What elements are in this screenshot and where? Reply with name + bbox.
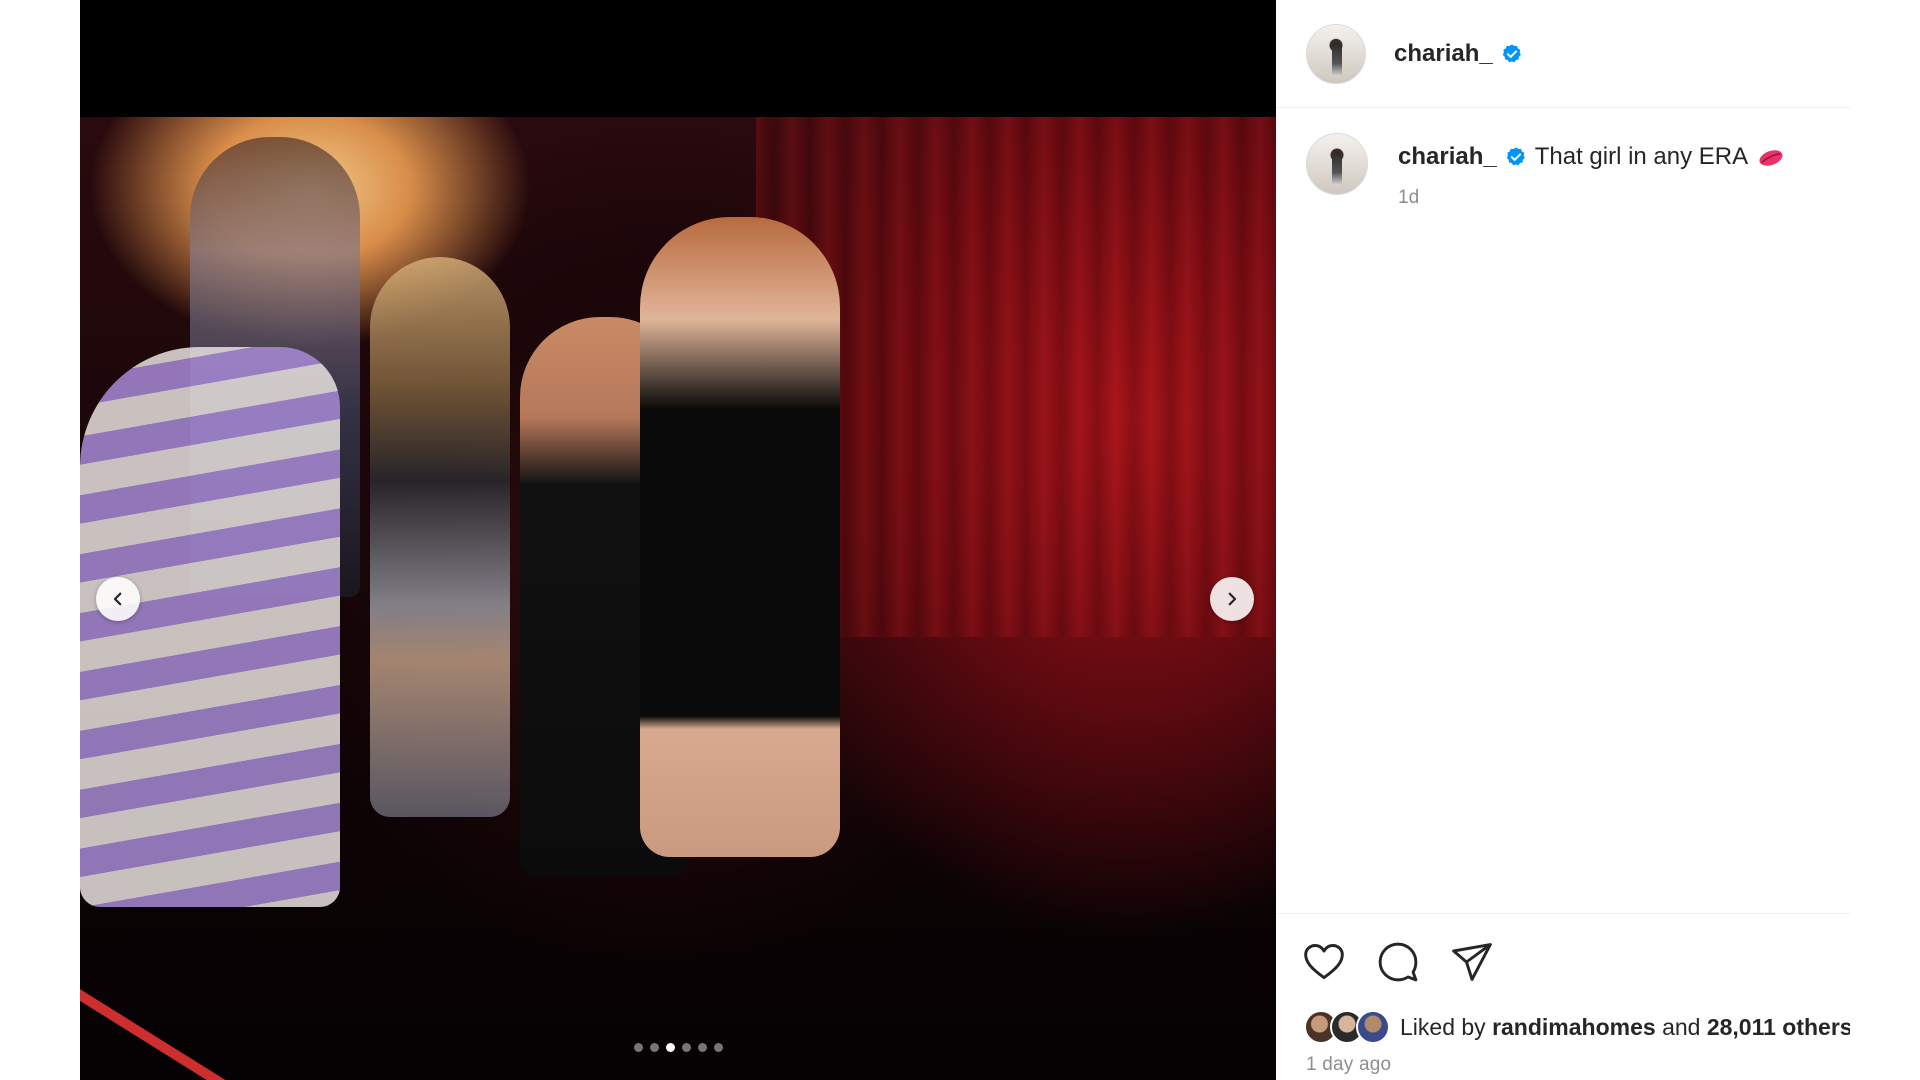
liker-avatars [1304, 1010, 1390, 1044]
caption-avatar[interactable] [1306, 133, 1368, 195]
post-timestamp[interactable]: 1 day ago [1306, 1054, 1391, 1076]
caption-line: chariah_ That girl in any ERA [1398, 143, 1784, 171]
photo-person-right-subject [640, 217, 840, 857]
caption-body: chariah_ That girl in any ERA 1d [1398, 133, 1784, 209]
verified-badge-icon [1501, 43, 1523, 65]
liked-by-prefix: Liked by [1400, 1013, 1486, 1040]
photo-person-sequins [370, 257, 510, 817]
liked-by-user-link[interactable]: randimahomes [1492, 1014, 1656, 1041]
share-button[interactable] [1450, 940, 1494, 984]
carousel-next-button[interactable] [1210, 577, 1254, 621]
likes-summary: Liked by randimahomes and 28,011 others [1304, 1010, 1850, 1044]
like-button[interactable] [1302, 940, 1346, 984]
action-icons-row [1302, 940, 1494, 984]
post-photo [80, 117, 1276, 1080]
avatar[interactable] [1356, 1010, 1390, 1044]
caption-text: That girl in any ERA [1534, 143, 1749, 170]
carousel-dot [697, 1043, 707, 1052]
kiss-mark-icon [1758, 147, 1784, 167]
carousel-dot [665, 1043, 675, 1052]
comment-icon [1378, 942, 1418, 982]
chevron-left-icon [113, 592, 122, 606]
carousel-dot [681, 1043, 691, 1052]
post-header: chariah_ [1276, 0, 1850, 108]
carousel-dot [633, 1043, 643, 1052]
post-details-panel: chariah_ chariah_ That girl in any ERA 1… [1276, 0, 1850, 1080]
post-media-panel [80, 0, 1276, 1080]
photo-stage-light [80, 987, 248, 1080]
chevron-right-icon [1228, 592, 1237, 606]
instagram-post-page: chariah_ chariah_ That girl in any ERA 1… [0, 0, 1920, 1080]
carousel-dot [649, 1043, 659, 1052]
carousel-dot [713, 1043, 723, 1052]
avatar[interactable] [1306, 23, 1366, 84]
heart-icon [1304, 944, 1344, 980]
post-caption: chariah_ That girl in any ERA 1d [1306, 133, 1784, 209]
comment-button[interactable] [1376, 940, 1420, 984]
carousel-prev-button[interactable] [96, 577, 140, 621]
send-icon [1452, 943, 1492, 981]
liked-by-others-link[interactable]: 28,011 others [1707, 1014, 1850, 1041]
verified-badge-icon [1505, 146, 1527, 168]
caption-timestamp: 1d [1398, 187, 1420, 208]
caption-username[interactable]: chariah_ [1398, 143, 1497, 171]
liked-by-conjunction: and [1662, 1013, 1701, 1040]
carousel-indicator [80, 1043, 1276, 1052]
photo-person-sweater [80, 347, 340, 907]
header-username[interactable]: chariah_ [1394, 40, 1493, 68]
